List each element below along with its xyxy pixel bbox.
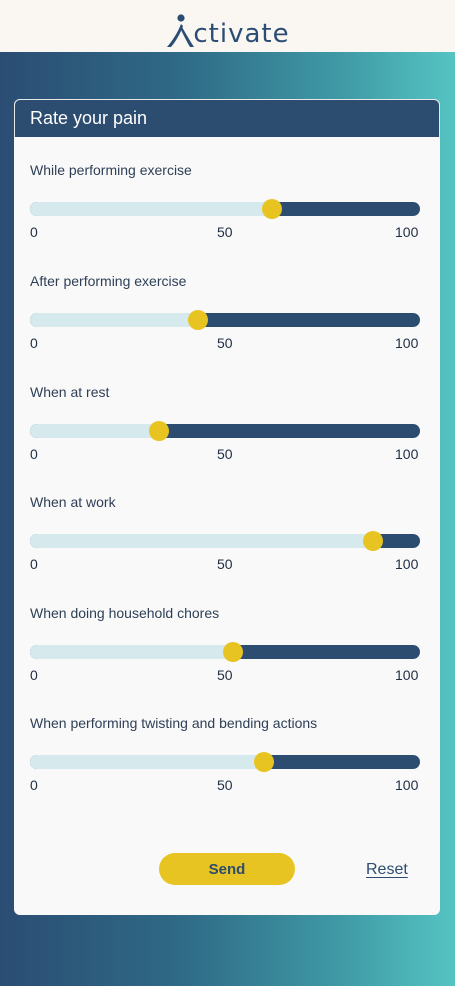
scale-max-label: 100 xyxy=(395,777,419,793)
pain-slider[interactable] xyxy=(30,199,420,219)
pain-slider[interactable] xyxy=(30,531,420,551)
scale-max-label: 100 xyxy=(395,667,419,683)
slider-thumb[interactable] xyxy=(187,310,208,330)
question-label: When doing household chores xyxy=(30,605,220,621)
activate-logo: ctivate xyxy=(165,6,289,50)
question-while-exercise: While performing exercise 0 50 100 xyxy=(14,162,440,262)
logo-text: ctivate xyxy=(193,19,290,49)
scale-min-label: 0 xyxy=(30,224,38,240)
scale-max-label: 100 xyxy=(395,446,419,462)
scale-mid-label: 50 xyxy=(217,224,233,240)
question-household-chores: When doing household chores 0 50 100 xyxy=(14,605,440,705)
scale-mid-label: 50 xyxy=(217,667,233,683)
scale-mid-label: 50 xyxy=(217,446,233,462)
question-label: While performing exercise xyxy=(30,162,192,178)
scale-min-label: 0 xyxy=(30,446,38,462)
reset-link[interactable]: Reset xyxy=(366,861,408,879)
question-at-work: When at work 0 50 100 xyxy=(14,494,440,594)
slider-fill xyxy=(30,202,272,216)
app-header: ctivate xyxy=(0,0,455,52)
pain-slider[interactable] xyxy=(30,310,420,330)
scale-min-label: 0 xyxy=(30,777,38,793)
scale-min-label: 0 xyxy=(30,335,38,351)
slider-fill xyxy=(30,534,374,548)
question-twisting-bending: When performing twisting and bending act… xyxy=(14,715,440,815)
question-label: After performing exercise xyxy=(30,273,187,289)
scale-max-label: 100 xyxy=(395,224,419,240)
pain-slider[interactable] xyxy=(30,752,420,772)
scale-max-label: 100 xyxy=(395,335,419,351)
question-label: When at work xyxy=(30,494,116,510)
scale-min-label: 0 xyxy=(30,556,38,572)
scale-mid-label: 50 xyxy=(217,556,233,572)
pain-slider[interactable] xyxy=(30,642,420,662)
question-after-exercise: After performing exercise 0 50 100 xyxy=(14,273,440,373)
slider-thumb[interactable] xyxy=(222,642,243,662)
send-button[interactable]: Send xyxy=(159,853,295,885)
slider-fill xyxy=(30,755,264,769)
activate-logo-icon xyxy=(167,14,195,47)
scale-max-label: 100 xyxy=(395,556,419,572)
scale-min-label: 0 xyxy=(30,667,38,683)
slider-thumb[interactable] xyxy=(261,199,282,219)
slider-fill xyxy=(30,313,198,327)
slider-thumb[interactable] xyxy=(363,531,384,551)
question-label: When at rest xyxy=(30,384,110,400)
card-title: Rate your pain xyxy=(14,99,440,137)
slider-thumb[interactable] xyxy=(148,421,169,441)
slider-fill xyxy=(30,645,233,659)
pain-slider[interactable] xyxy=(30,421,420,441)
question-at-rest: When at rest 0 50 100 xyxy=(14,384,440,484)
slider-fill xyxy=(30,424,159,438)
question-label: When performing twisting and bending act… xyxy=(30,715,318,731)
pain-rating-card: Rate your pain While performing exercise… xyxy=(14,99,440,915)
scale-mid-label: 50 xyxy=(217,335,233,351)
slider-thumb[interactable] xyxy=(254,752,274,772)
scale-mid-label: 50 xyxy=(217,777,233,793)
